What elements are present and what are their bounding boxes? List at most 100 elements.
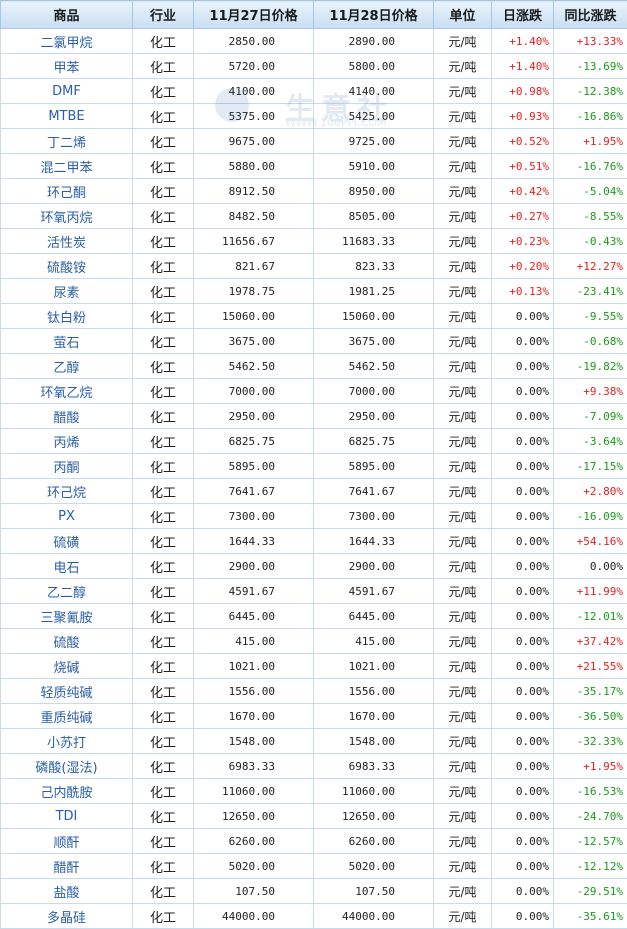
commodity-link[interactable]: 三聚氰胺 bbox=[0, 603, 133, 629]
industry-cell: 化工 bbox=[132, 653, 194, 679]
yoy-change-cell: -29.51% bbox=[553, 878, 627, 904]
yoy-change-cell: -9.55% bbox=[553, 303, 627, 329]
table-body: 二氯甲烷 化工 2850.00 2890.00 元/吨 +1.40% +13.33% 甲苯 化工… bbox=[0, 28, 627, 929]
unit-cell: 元/吨 bbox=[433, 453, 492, 479]
commodity-link[interactable]: 盐酸 bbox=[0, 878, 133, 904]
commodity-link[interactable]: 醋酸 bbox=[0, 403, 133, 429]
yoy-change-cell: +11.99% bbox=[553, 578, 627, 604]
industry-cell: 化工 bbox=[132, 803, 194, 829]
yoy-change-cell: -16.86% bbox=[553, 103, 627, 129]
daily-change-cell: 0.00% bbox=[491, 328, 554, 354]
price-nov27-cell: 4591.67 bbox=[193, 578, 314, 604]
commodity-link[interactable]: 环氧乙烷 bbox=[0, 378, 133, 404]
price-nov28-cell: 1556.00 bbox=[313, 678, 434, 704]
daily-change-cell: 0.00% bbox=[491, 453, 554, 479]
commodity-link[interactable]: 丙烯 bbox=[0, 428, 133, 454]
commodity-link[interactable]: 混二甲苯 bbox=[0, 153, 133, 179]
commodity-link[interactable]: 己内酰胺 bbox=[0, 778, 133, 804]
commodity-link[interactable]: MTBE bbox=[0, 103, 133, 129]
commodity-link[interactable]: 二氯甲烷 bbox=[0, 28, 133, 54]
commodity-link[interactable]: 环己烷 bbox=[0, 478, 133, 504]
commodity-link[interactable]: 乙二醇 bbox=[0, 578, 133, 604]
commodity-link[interactable]: 甲苯 bbox=[0, 53, 133, 79]
commodity-link[interactable]: 磷酸(湿法) bbox=[0, 753, 133, 779]
commodity-link[interactable]: 电石 bbox=[0, 553, 133, 579]
price-nov27-cell: 9675.00 bbox=[193, 128, 314, 154]
yoy-change-cell: -12.38% bbox=[553, 78, 627, 104]
commodity-link[interactable]: 环己酮 bbox=[0, 178, 133, 204]
table-row: 盐酸 化工 107.50 107.50 元/吨 0.00% -29.51% bbox=[0, 878, 627, 904]
header-commodity[interactable]: 商品 bbox=[0, 0, 133, 29]
yoy-change-cell: -5.04% bbox=[553, 178, 627, 204]
header-daily-change[interactable]: 日涨跌 bbox=[491, 0, 554, 29]
commodity-link[interactable]: 硫磺 bbox=[0, 528, 133, 554]
daily-change-cell: 0.00% bbox=[491, 353, 554, 379]
commodity-link[interactable]: 环氧丙烷 bbox=[0, 203, 133, 229]
commodity-link[interactable]: 丙酮 bbox=[0, 453, 133, 479]
commodity-link[interactable]: DMF bbox=[0, 78, 133, 104]
daily-change-cell: 0.00% bbox=[491, 903, 554, 929]
unit-cell: 元/吨 bbox=[433, 778, 492, 804]
daily-change-cell: +0.42% bbox=[491, 178, 554, 204]
yoy-change-cell: +13.33% bbox=[553, 28, 627, 54]
yoy-change-cell: -19.82% bbox=[553, 353, 627, 379]
commodity-link[interactable]: 烧碱 bbox=[0, 653, 133, 679]
commodity-link[interactable]: 轻质纯碱 bbox=[0, 678, 133, 704]
price-nov27-cell: 2850.00 bbox=[193, 28, 314, 54]
industry-cell: 化工 bbox=[132, 78, 194, 104]
price-nov28-cell: 7300.00 bbox=[313, 503, 434, 529]
daily-change-cell: 0.00% bbox=[491, 428, 554, 454]
commodity-link[interactable]: 多晶硅 bbox=[0, 903, 133, 929]
industry-cell: 化工 bbox=[132, 778, 194, 804]
commodity-link[interactable]: 萤石 bbox=[0, 328, 133, 354]
table-row: 环己烷 化工 7641.67 7641.67 元/吨 0.00% +2.80% bbox=[0, 478, 627, 504]
commodity-link[interactable]: TDI bbox=[0, 803, 133, 829]
commodity-link[interactable]: 顺酐 bbox=[0, 828, 133, 854]
commodity-link[interactable]: 硫酸 bbox=[0, 628, 133, 654]
price-nov27-cell: 107.50 bbox=[193, 878, 314, 904]
commodity-link[interactable]: PX bbox=[0, 503, 133, 529]
commodity-link[interactable]: 钛白粉 bbox=[0, 303, 133, 329]
header-yoy-change[interactable]: 同比涨跌 bbox=[553, 0, 627, 29]
industry-cell: 化工 bbox=[132, 578, 194, 604]
table-row: 轻质纯碱 化工 1556.00 1556.00 元/吨 0.00% -35.17% bbox=[0, 678, 627, 704]
unit-cell: 元/吨 bbox=[433, 903, 492, 929]
industry-cell: 化工 bbox=[132, 253, 194, 279]
table-row: 硫酸铵 化工 821.67 823.33 元/吨 +0.20% +12.27% bbox=[0, 253, 627, 279]
commodity-link[interactable]: 乙醇 bbox=[0, 353, 133, 379]
industry-cell: 化工 bbox=[132, 553, 194, 579]
daily-change-cell: 0.00% bbox=[491, 653, 554, 679]
commodity-link[interactable]: 小苏打 bbox=[0, 728, 133, 754]
price-nov27-cell: 8482.50 bbox=[193, 203, 314, 229]
header-price-nov28[interactable]: 11月28日价格 bbox=[313, 0, 434, 29]
daily-change-cell: +1.40% bbox=[491, 53, 554, 79]
price-nov27-cell: 15060.00 bbox=[193, 303, 314, 329]
price-nov28-cell: 11060.00 bbox=[313, 778, 434, 804]
commodity-link[interactable]: 活性炭 bbox=[0, 228, 133, 254]
daily-change-cell: 0.00% bbox=[491, 878, 554, 904]
header-price-nov27[interactable]: 11月27日价格 bbox=[193, 0, 314, 29]
price-nov28-cell: 1548.00 bbox=[313, 728, 434, 754]
price-nov27-cell: 4100.00 bbox=[193, 78, 314, 104]
daily-change-cell: 0.00% bbox=[491, 303, 554, 329]
yoy-change-cell: -7.09% bbox=[553, 403, 627, 429]
unit-cell: 元/吨 bbox=[433, 78, 492, 104]
yoy-change-cell: -12.01% bbox=[553, 603, 627, 629]
table-row: MTBE 化工 5375.00 5425.00 元/吨 +0.93% -16.86% bbox=[0, 103, 627, 129]
commodity-link[interactable]: 硫酸铵 bbox=[0, 253, 133, 279]
yoy-change-cell: -8.55% bbox=[553, 203, 627, 229]
commodity-link[interactable]: 尿素 bbox=[0, 278, 133, 304]
table-row: 电石 化工 2900.00 2900.00 元/吨 0.00% 0.00% bbox=[0, 553, 627, 579]
header-unit[interactable]: 单位 bbox=[433, 0, 492, 29]
yoy-change-cell: +1.95% bbox=[553, 753, 627, 779]
header-industry[interactable]: 行业 bbox=[132, 0, 194, 29]
commodity-link[interactable]: 醋酐 bbox=[0, 853, 133, 879]
yoy-change-cell: -16.76% bbox=[553, 153, 627, 179]
industry-cell: 化工 bbox=[132, 103, 194, 129]
commodity-link[interactable]: 丁二烯 bbox=[0, 128, 133, 154]
unit-cell: 元/吨 bbox=[433, 353, 492, 379]
price-nov27-cell: 415.00 bbox=[193, 628, 314, 654]
unit-cell: 元/吨 bbox=[433, 478, 492, 504]
yoy-change-cell: +37.42% bbox=[553, 628, 627, 654]
commodity-link[interactable]: 重质纯碱 bbox=[0, 703, 133, 729]
